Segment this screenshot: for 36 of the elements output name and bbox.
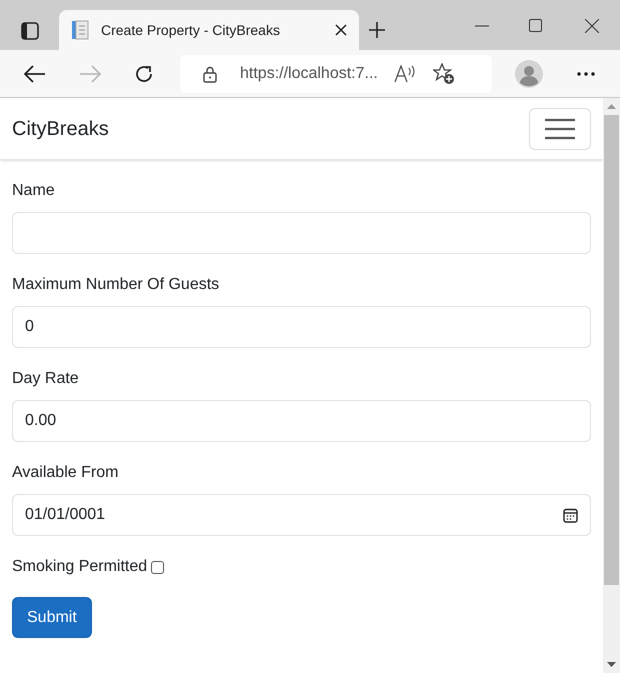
field-label: Maximum Number Of Guests — [12, 275, 220, 295]
url-text: https://localhost:7... — [240, 64, 378, 84]
field-label: Available From — [12, 463, 120, 483]
menu-toggle-button[interactable] — [529, 108, 591, 150]
close-icon[interactable] — [585, 19, 599, 33]
submit-button[interactable]: Submit — [12, 597, 92, 638]
close-icon[interactable] — [335, 24, 347, 36]
back-icon[interactable] — [24, 65, 46, 83]
menu-icon — [545, 118, 575, 140]
address-bar[interactable]: https://localhost:7... — [180, 55, 492, 93]
tab-title: Create Property - CityBreaks — [101, 20, 281, 40]
input-field[interactable]: 0 — [12, 306, 591, 348]
more-icon[interactable] — [577, 72, 595, 76]
sidebar-icon[interactable] — [21, 22, 39, 40]
scrollbar[interactable] — [603, 98, 620, 673]
minimize-icon[interactable] — [475, 25, 489, 27]
read-aloud-icon[interactable] — [394, 65, 416, 83]
profile-avatar-icon[interactable] — [515, 60, 543, 88]
new-tab-icon[interactable] — [369, 22, 385, 38]
checkbox-label: Smoking Permitted — [12, 557, 148, 577]
scroll-down-icon[interactable] — [607, 662, 616, 667]
document-icon — [71, 20, 89, 40]
input-field[interactable]: 0.00 — [12, 400, 591, 442]
lock-icon — [203, 66, 217, 82]
checkbox[interactable] — [151, 560, 164, 574]
calendar-icon[interactable] — [563, 508, 578, 522]
date-field[interactable]: 01/01/0001 — [12, 494, 591, 536]
field-label: Day Rate — [12, 369, 80, 389]
brand-link[interactable]: CityBreaks — [12, 114, 109, 144]
favorite-add-icon[interactable] — [432, 63, 455, 85]
field-label: Name — [12, 181, 56, 201]
refresh-icon[interactable] — [134, 64, 154, 84]
scrollbar-thumb[interactable] — [604, 115, 619, 585]
browser-tab[interactable]: Create Property - CityBreaks — [59, 10, 359, 50]
maximize-icon[interactable] — [529, 19, 542, 32]
input-field[interactable] — [12, 212, 591, 254]
